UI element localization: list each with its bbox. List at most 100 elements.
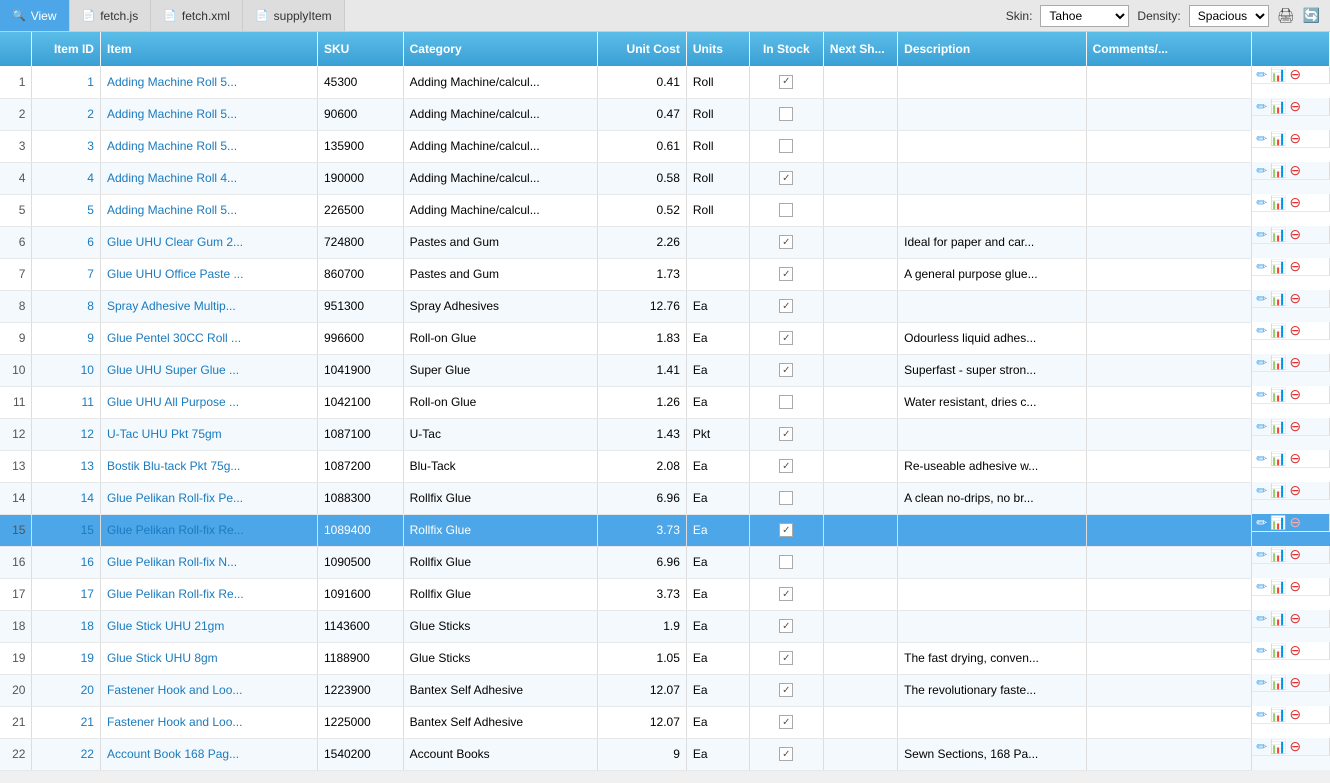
delete-icon[interactable]: ⊖	[1289, 290, 1301, 307]
delete-icon[interactable]: ⊖	[1289, 194, 1301, 211]
checkbox-checked[interactable]: ✓	[779, 619, 793, 633]
delete-icon[interactable]: ⊖	[1289, 578, 1301, 595]
delete-icon[interactable]: ⊖	[1289, 354, 1301, 371]
cell-instock[interactable]: ✓	[749, 674, 823, 706]
cell-itemid[interactable]: 2	[32, 98, 101, 130]
checkbox-checked[interactable]: ✓	[779, 267, 793, 281]
cell-item[interactable]: Bostik Blu-tack Pkt 75g...	[100, 450, 317, 482]
cell-instock[interactable]: ✓	[749, 354, 823, 386]
cell-item[interactable]: Spray Adhesive Multip...	[100, 290, 317, 322]
table-row[interactable]: 13 13 Bostik Blu-tack Pkt 75g... 1087200…	[0, 450, 1330, 482]
edit-icon[interactable]: ✏	[1256, 451, 1267, 467]
checkbox-checked[interactable]: ✓	[779, 747, 793, 761]
edit-icon[interactable]: ✏	[1256, 739, 1267, 755]
cell-item[interactable]: Glue Pelikan Roll-fix Pe...	[100, 482, 317, 514]
chart-icon[interactable]: 📊	[1270, 67, 1286, 83]
cell-instock[interactable]: ✓	[749, 610, 823, 642]
table-row[interactable]: 22 22 Account Book 168 Pag... 1540200 Ac…	[0, 738, 1330, 770]
cell-instock[interactable]: ✓	[749, 514, 823, 546]
delete-icon[interactable]: ⊖	[1289, 130, 1301, 147]
edit-icon[interactable]: ✏	[1256, 355, 1267, 371]
chart-icon[interactable]: 📊	[1270, 355, 1286, 371]
col-header-units[interactable]: Units	[686, 32, 749, 66]
cell-item[interactable]: Glue Stick UHU 8gm	[100, 642, 317, 674]
chart-icon[interactable]: 📊	[1270, 99, 1286, 115]
checkbox-checked[interactable]: ✓	[779, 75, 793, 89]
cell-item[interactable]: Glue Pelikan Roll-fix N...	[100, 546, 317, 578]
table-row[interactable]: 14 14 Glue Pelikan Roll-fix Pe... 108830…	[0, 482, 1330, 514]
cell-instock[interactable]: ✓	[749, 642, 823, 674]
cell-instock[interactable]: ✓	[749, 258, 823, 290]
cell-item[interactable]: Glue UHU Super Glue ...	[100, 354, 317, 386]
col-header-instock[interactable]: In Stock	[749, 32, 823, 66]
cell-itemid[interactable]: 10	[32, 354, 101, 386]
col-header-nextsh[interactable]: Next Sh...	[823, 32, 897, 66]
cell-item[interactable]: Adding Machine Roll 5...	[100, 130, 317, 162]
cell-itemid[interactable]: 18	[32, 610, 101, 642]
chart-icon[interactable]: 📊	[1270, 163, 1286, 179]
cell-item[interactable]: Adding Machine Roll 5...	[100, 98, 317, 130]
cell-instock[interactable]: ✓	[749, 322, 823, 354]
cell-instock[interactable]: ✓	[749, 66, 823, 98]
cell-item[interactable]: Adding Machine Roll 5...	[100, 66, 317, 98]
delete-icon[interactable]: ⊖	[1289, 706, 1301, 723]
col-header-desc[interactable]: Description	[898, 32, 1086, 66]
cell-instock[interactable]: ✓	[749, 418, 823, 450]
edit-icon[interactable]: ✏	[1256, 259, 1267, 275]
checkbox-checked[interactable]: ✓	[779, 523, 793, 537]
cell-item[interactable]: Glue Pelikan Roll-fix Re...	[100, 514, 317, 546]
checkbox-checked[interactable]: ✓	[779, 363, 793, 377]
cell-itemid[interactable]: 15	[32, 514, 101, 546]
chart-icon[interactable]: 📊	[1270, 483, 1286, 499]
checkbox-checked[interactable]: ✓	[779, 235, 793, 249]
edit-icon[interactable]: ✏	[1256, 707, 1267, 723]
cell-instock[interactable]: ✓	[749, 578, 823, 610]
table-row[interactable]: 16 16 Glue Pelikan Roll-fix N... 1090500…	[0, 546, 1330, 578]
delete-icon[interactable]: ⊖	[1289, 546, 1301, 563]
cell-instock[interactable]: ✓	[749, 226, 823, 258]
tab-fetch-xml[interactable]: 📄 fetch.xml	[151, 0, 243, 31]
checkbox-unchecked[interactable]	[779, 139, 793, 153]
cell-instock[interactable]: ✓	[749, 450, 823, 482]
delete-icon[interactable]: ⊖	[1289, 610, 1301, 627]
delete-icon[interactable]: ⊖	[1289, 66, 1301, 83]
tab-fetch-js[interactable]: 📄 fetch.js	[70, 0, 152, 31]
table-row[interactable]: 18 18 Glue Stick UHU 21gm 1143600 Glue S…	[0, 610, 1330, 642]
chart-icon[interactable]: 📊	[1270, 195, 1286, 211]
table-row[interactable]: 8 8 Spray Adhesive Multip... 951300 Spra…	[0, 290, 1330, 322]
table-row[interactable]: 6 6 Glue UHU Clear Gum 2... 724800 Paste…	[0, 226, 1330, 258]
chart-icon[interactable]: 📊	[1270, 451, 1286, 467]
edit-icon[interactable]: ✏	[1256, 323, 1267, 339]
checkbox-checked[interactable]: ✓	[779, 587, 793, 601]
delete-icon[interactable]: ⊖	[1289, 98, 1301, 115]
table-row[interactable]: 1 1 Adding Machine Roll 5... 45300 Addin…	[0, 66, 1330, 98]
cell-itemid[interactable]: 1	[32, 66, 101, 98]
table-row[interactable]: 2 2 Adding Machine Roll 5... 90600 Addin…	[0, 98, 1330, 130]
edit-icon[interactable]: ✏	[1256, 675, 1267, 691]
delete-icon[interactable]: ⊖	[1289, 738, 1301, 755]
table-row[interactable]: 19 19 Glue Stick UHU 8gm 1188900 Glue St…	[0, 642, 1330, 674]
checkbox-unchecked[interactable]	[779, 203, 793, 217]
cell-itemid[interactable]: 8	[32, 290, 101, 322]
table-row[interactable]: 9 9 Glue Pentel 30CC Roll ... 996600 Rol…	[0, 322, 1330, 354]
table-row[interactable]: 10 10 Glue UHU Super Glue ... 1041900 Su…	[0, 354, 1330, 386]
chart-icon[interactable]: 📊	[1270, 227, 1286, 243]
chart-icon[interactable]: 📊	[1270, 707, 1286, 723]
cell-itemid[interactable]: 9	[32, 322, 101, 354]
edit-icon[interactable]: ✏	[1256, 195, 1267, 211]
delete-icon[interactable]: ⊖	[1289, 642, 1301, 659]
edit-icon[interactable]: ✏	[1256, 387, 1267, 403]
col-header-sku[interactable]: SKU	[317, 32, 403, 66]
table-row[interactable]: 21 21 Fastener Hook and Loo... 1225000 B…	[0, 706, 1330, 738]
checkbox-unchecked[interactable]	[779, 107, 793, 121]
delete-icon[interactable]: ⊖	[1289, 514, 1301, 531]
edit-icon[interactable]: ✏	[1256, 515, 1267, 531]
checkbox-checked[interactable]: ✓	[779, 299, 793, 313]
chart-icon[interactable]: 📊	[1270, 259, 1286, 275]
edit-icon[interactable]: ✏	[1256, 419, 1267, 435]
delete-icon[interactable]: ⊖	[1289, 450, 1301, 467]
cell-itemid[interactable]: 21	[32, 706, 101, 738]
cell-item[interactable]: Glue UHU Clear Gum 2...	[100, 226, 317, 258]
chart-icon[interactable]: 📊	[1270, 675, 1286, 691]
cell-itemid[interactable]: 19	[32, 642, 101, 674]
